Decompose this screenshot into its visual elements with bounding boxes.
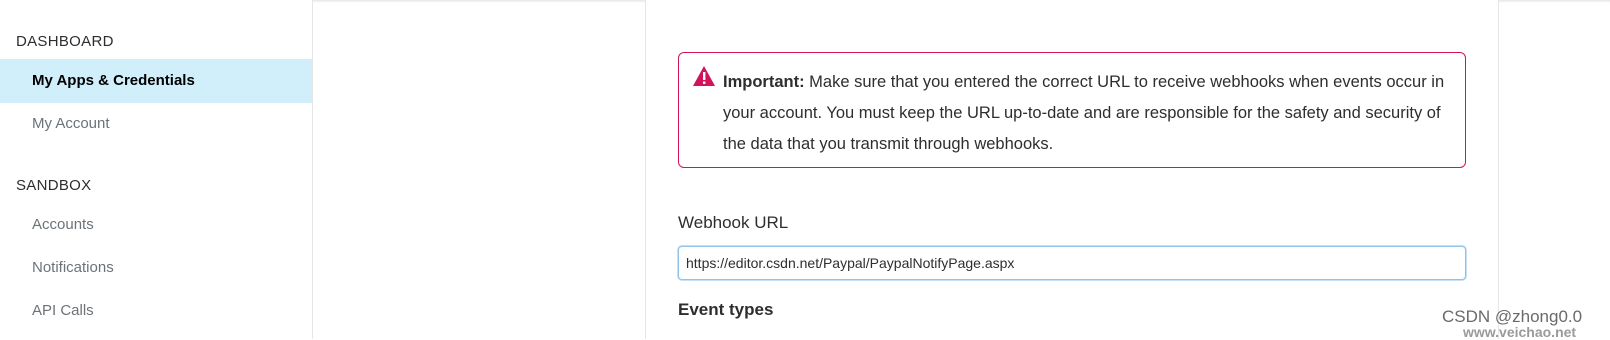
sidebar-item-my-apps-credentials[interactable]: My Apps & Credentials bbox=[0, 59, 312, 103]
sidebar-item-api-calls[interactable]: API Calls bbox=[0, 289, 312, 333]
webhook-panel: Important: Make sure that you entered th… bbox=[645, 0, 1499, 339]
webhook-url-label: Webhook URL bbox=[678, 213, 789, 232]
webhook-url-input[interactable] bbox=[678, 246, 1466, 280]
sidebar-item-accounts[interactable]: Accounts bbox=[0, 203, 312, 247]
sidebar: DASHBOARD My Apps & Credentials My Accou… bbox=[0, 0, 313, 339]
dashboard-heading: DASHBOARD bbox=[16, 33, 114, 50]
alert-strong-label: Important: bbox=[723, 73, 805, 91]
sidebar-item-my-account[interactable]: My Account bbox=[0, 102, 312, 146]
warning-triangle-icon bbox=[693, 66, 715, 86]
alert-message: Make sure that you entered the correct U… bbox=[723, 73, 1445, 153]
sandbox-heading: SANDBOX bbox=[16, 177, 92, 194]
event-types-title: Event types bbox=[678, 300, 774, 319]
watermark-site: www.veichao.net bbox=[1463, 324, 1577, 340]
sidebar-item-notifications[interactable]: Notifications bbox=[0, 246, 312, 290]
important-alert: Important: Make sure that you entered th… bbox=[678, 52, 1466, 168]
